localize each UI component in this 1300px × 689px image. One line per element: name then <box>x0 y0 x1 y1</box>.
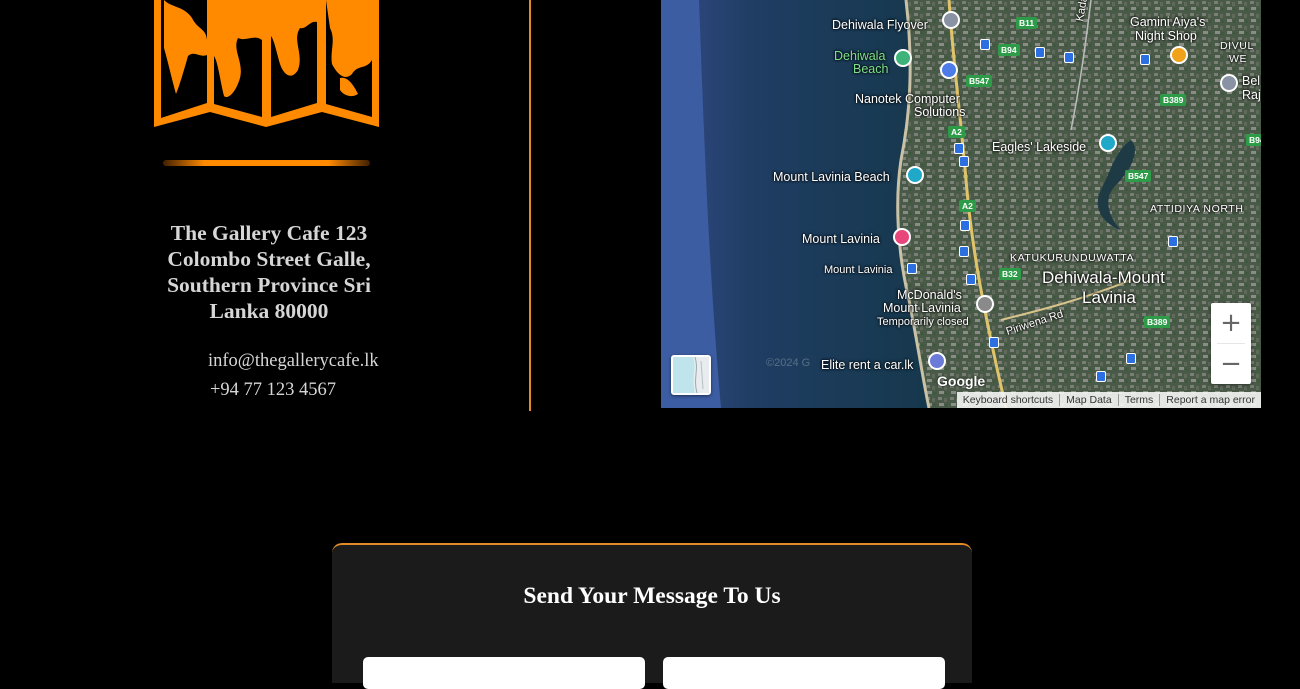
map-attribution-bar: Keyboard shortcuts Map Data Terms Report… <box>956 392 1261 408</box>
temple-pin-icon[interactable] <box>1220 74 1238 92</box>
map-layer-thumbnail-icon <box>673 357 709 393</box>
bus-stop-icon[interactable] <box>1096 371 1106 382</box>
bus-stop-icon[interactable] <box>980 39 990 50</box>
bus-stop-icon[interactable] <box>1140 54 1150 65</box>
report-map-error-link[interactable]: Report a map error <box>1159 394 1261 406</box>
logo-underline-divider <box>163 160 370 166</box>
map-label-gamini-aiyas[interactable]: Gamini Aiya's <box>1130 15 1205 29</box>
bus-stop-icon[interactable] <box>966 274 976 285</box>
map-label-divul: DIVUL <box>1220 40 1254 52</box>
map-label-mount-lavinia-beach[interactable]: Mount Lavinia Beach <box>773 170 890 184</box>
map-layer-toggle-button[interactable] <box>671 355 711 395</box>
road-badge-b389: B389 <box>1160 94 1187 106</box>
map-zoom-controls: + − <box>1211 303 1251 384</box>
terms-link[interactable]: Terms <box>1117 394 1160 406</box>
bus-stop-icon[interactable] <box>959 246 969 257</box>
map-data-link[interactable]: Map Data <box>1059 394 1118 406</box>
map-label-dehiwala-beach-2[interactable]: Beach <box>853 62 888 76</box>
form-title: Send Your Message To Us <box>523 583 781 609</box>
road-badge-b389-south: B389 <box>1144 316 1171 328</box>
map-label-dehiwala-beach-1[interactable]: Dehiwala <box>834 49 885 63</box>
flyover-pin-icon[interactable] <box>942 11 960 29</box>
bus-stop-icon[interactable] <box>907 263 917 274</box>
map-label-mcdonalds-1[interactable]: McDonald's <box>897 288 962 302</box>
keyboard-shortcuts-link[interactable]: Keyboard shortcuts <box>957 394 1059 406</box>
email-address[interactable]: info@thegallerycafe.lk <box>208 351 379 372</box>
road-badge-b94: B94 <box>998 44 1020 56</box>
map-label-night-shop[interactable]: Night Shop <box>1135 29 1197 43</box>
cafe-address: The Gallery Cafe 123 Colombo Street Gall… <box>167 221 371 323</box>
road-badge-b32: B32 <box>999 268 1021 280</box>
bus-stop-icon[interactable] <box>959 156 969 167</box>
night-shop-pin-icon[interactable] <box>1170 46 1188 64</box>
camera-pin-icon[interactable] <box>906 166 924 184</box>
bus-stop-icon[interactable] <box>1126 353 1136 364</box>
map-label-we: WE <box>1229 53 1248 65</box>
map-label-katukurunduwatta: KATUKURUNDUWATTA <box>1010 252 1135 264</box>
road-badge-a2-south: A2 <box>959 200 976 212</box>
restaurant-pin-icon[interactable] <box>976 295 994 313</box>
map-label-temporarily-closed: Temporarily closed <box>877 316 969 328</box>
road-badge-b547: B547 <box>966 75 993 87</box>
email-input[interactable] <box>663 657 945 689</box>
bus-stop-icon[interactable] <box>954 143 964 154</box>
map-label-dehiwala-mount-lavinia-1: Dehiwala-Mount <box>1042 268 1165 287</box>
road-badge-a2: A2 <box>948 126 965 138</box>
beach-pin-icon[interactable] <box>894 49 912 67</box>
bus-stop-icon[interactable] <box>1168 236 1178 247</box>
bus-stop-icon[interactable] <box>1035 47 1045 58</box>
map-label-dehiwala-mount-lavinia-2: Lavinia <box>1082 288 1136 307</box>
google-logo: Google <box>937 373 986 389</box>
name-input[interactable] <box>363 657 645 689</box>
bus-stop-icon[interactable] <box>989 337 999 348</box>
cafe-logo <box>154 0 379 130</box>
map-label-nanotek-1[interactable]: Nanotek Computer <box>855 92 960 106</box>
map-label-mount-lavinia-hotel[interactable]: Mount Lavinia <box>802 232 880 246</box>
map-label-mcdonalds-2[interactable]: Mount Lavinia <box>883 301 961 315</box>
zoom-in-button[interactable]: + <box>1211 303 1251 343</box>
map-label-elite-rent[interactable]: Elite rent a car.lk <box>821 358 913 372</box>
location-map[interactable]: Dehiwala Flyover Gamini Aiya's Night Sho… <box>661 0 1261 408</box>
map-label-raj[interactable]: Raj <box>1242 88 1261 102</box>
contact-form-card: Send Your Message To Us <box>332 543 972 689</box>
bus-stop-icon[interactable] <box>960 220 970 231</box>
road-badge-b547-east: B547 <box>1125 170 1152 182</box>
map-label-attidiya-north: ATTIDIYA NORTH <box>1150 203 1244 215</box>
map-label-mount-lavinia-station[interactable]: Mount Lavinia <box>824 263 893 277</box>
map-copyright: ©2024 G <box>766 357 811 369</box>
phone-number[interactable]: +94 77 123 4567 <box>210 380 336 401</box>
hotel-pin-icon[interactable] <box>893 228 911 246</box>
zoom-out-button[interactable]: − <box>1211 344 1251 384</box>
shop-pin-icon[interactable] <box>940 61 958 79</box>
map-label-eagles-lakeside[interactable]: Eagles' Lakeside <box>992 140 1086 154</box>
bus-stop-icon[interactable] <box>1064 52 1074 63</box>
column-divider <box>529 0 531 411</box>
map-label-bel[interactable]: Bel <box>1242 74 1260 88</box>
car-rental-pin-icon[interactable] <box>928 352 946 370</box>
road-badge-b11: B11 <box>1016 17 1038 29</box>
map-label-nanotek-2[interactable]: Solutions <box>914 105 965 119</box>
road-badge-b94-east: B94 <box>1246 134 1261 146</box>
lakeside-pin-icon[interactable] <box>1099 134 1117 152</box>
map-label-dehiwala-flyover[interactable]: Dehiwala Flyover <box>832 18 928 32</box>
